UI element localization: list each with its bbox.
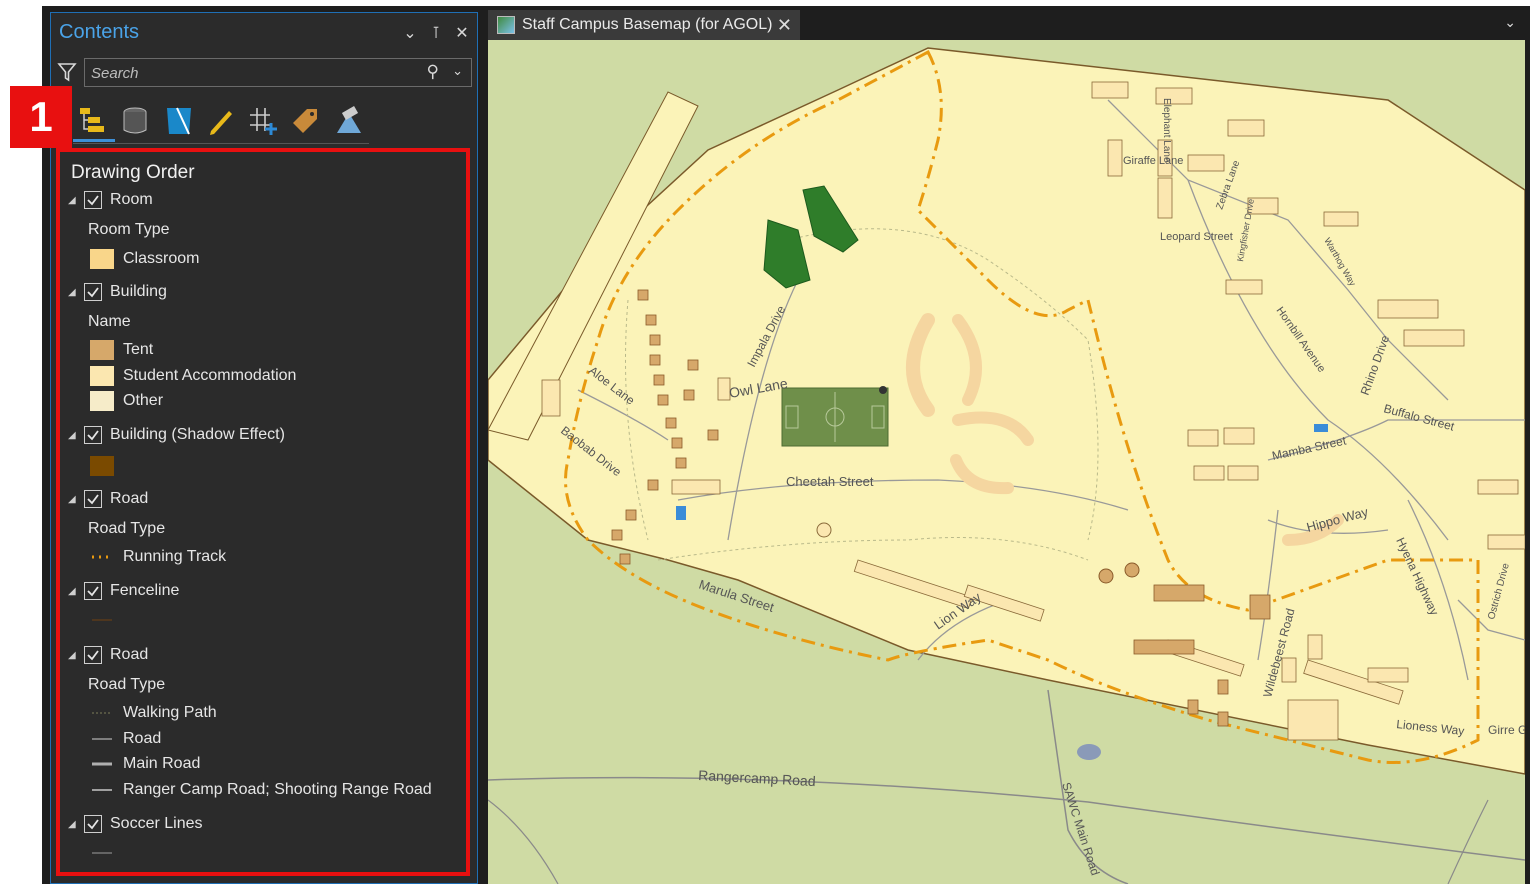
map-label: Giraffe Lane <box>1123 155 1183 167</box>
list-by-selection-icon[interactable] <box>163 105 195 137</box>
tent-swatch <box>90 340 114 360</box>
outside-road-line <box>1447 799 1489 884</box>
pane-controls: ⌄ ⊺ ✕ <box>403 23 469 43</box>
layer-row[interactable]: ◢ Building <box>62 280 167 304</box>
map-label: Elephant Lane <box>1161 98 1172 163</box>
shadow-swatch <box>90 456 114 476</box>
layer-name: Building <box>110 283 167 300</box>
rangercamp-road-line <box>488 776 1525 861</box>
search-options-dropdown-icon[interactable]: ⌄ <box>452 63 463 79</box>
legend-item-label: Ranger Camp Road; Shooting Range Road <box>123 781 432 798</box>
layer-row[interactable]: ◢ Soccer Lines <box>62 812 203 836</box>
legend-group-label: Road Type <box>88 520 166 537</box>
list-by-snapping-icon[interactable] <box>247 105 279 137</box>
search-field[interactable]: ⚲ ⌄ <box>84 58 472 87</box>
other-swatch <box>90 391 114 411</box>
layer-row[interactable]: ◢ Building (Shadow Effect) <box>62 423 285 447</box>
map-tab-title: Staff Campus Basemap (for AGOL) <box>522 16 773 33</box>
fenceline-line-symbol <box>92 619 112 621</box>
outside-road-line <box>488 799 559 884</box>
layer-row[interactable]: ◢ Road <box>62 487 148 511</box>
running-track-line-symbol <box>92 555 112 559</box>
layer-visibility-checkbox[interactable] <box>84 191 102 209</box>
layer-visibility-checkbox[interactable] <box>84 283 102 301</box>
map-view[interactable]: Giraffe Lane Elephant Lane Zebra Lane Le… <box>488 40 1525 884</box>
legend-group-label: Road Type <box>88 676 166 693</box>
active-tab-indicator <box>73 139 115 142</box>
layer-name: Road <box>110 490 149 507</box>
drawing-order-heading: Drawing Order <box>71 162 195 183</box>
list-by-drawing-order-icon[interactable] <box>77 105 109 137</box>
list-by-editing-icon[interactable] <box>205 105 237 137</box>
list-by-data-source-icon[interactable] <box>119 105 151 137</box>
toolbar-divider <box>73 143 369 144</box>
layer-visibility-checkbox[interactable] <box>84 815 102 833</box>
road-line-symbol <box>92 738 112 740</box>
chevron-down-icon[interactable]: ⌄ <box>1504 14 1516 31</box>
map-label: Leopard Street <box>1160 231 1233 243</box>
close-icon[interactable]: ✕ <box>777 15 792 36</box>
soccer-lines-line-symbol <box>92 852 112 854</box>
expand-triangle-icon[interactable]: ◢ <box>68 430 78 441</box>
callout-number-badge: 1 <box>10 86 72 148</box>
map-tab[interactable]: Staff Campus Basemap (for AGOL) ✕ <box>488 10 800 40</box>
search-input[interactable] <box>91 63 411 83</box>
layer-row[interactable]: ◢ Fenceline <box>62 579 179 603</box>
legend-item-label: Walking Path <box>123 704 217 721</box>
list-by-perspective-imagery-icon[interactable] <box>333 105 365 137</box>
filter-icon[interactable] <box>57 61 77 83</box>
walking-path-line-symbol <box>92 712 112 714</box>
expand-triangle-icon[interactable]: ◢ <box>68 494 78 505</box>
legend-item-label: Road <box>123 730 162 747</box>
search-icon[interactable]: ⚲ <box>427 62 439 82</box>
legend-group-label: Room Type <box>88 221 170 238</box>
legend-item-label: Classroom <box>123 250 200 267</box>
layer-row[interactable]: ◢ Room <box>62 188 153 212</box>
expand-triangle-icon[interactable]: ◢ <box>68 586 78 597</box>
map-label: Cheetah Street <box>786 474 874 489</box>
pane-title: Contents <box>59 21 140 43</box>
expand-triangle-icon[interactable]: ◢ <box>68 287 78 298</box>
drawing-order-tree: Drawing Order ◢ Room Room Type Classroom… <box>62 154 458 874</box>
legend-item-label: Other <box>123 392 164 409</box>
classroom-swatch <box>90 249 114 269</box>
layer-name: Soccer Lines <box>110 815 203 832</box>
layer-name: Building (Shadow Effect) <box>110 426 285 443</box>
expand-triangle-icon[interactable]: ◢ <box>68 819 78 830</box>
legend-item-label: Main Road <box>123 755 201 772</box>
student-accommodation-swatch <box>90 366 114 386</box>
map-label: SAWC Main Road <box>1059 781 1102 878</box>
legend-group-label: Name <box>88 313 131 330</box>
main-road-line-symbol <box>92 762 112 766</box>
expand-triangle-icon[interactable]: ◢ <box>68 195 78 206</box>
close-icon[interactable]: ✕ <box>455 23 469 43</box>
map-canvas[interactable]: Giraffe Lane Elephant Lane Zebra Lane Le… <box>488 40 1525 884</box>
layer-name: Room <box>110 191 153 208</box>
legend-item-label: Tent <box>123 341 154 358</box>
layer-name: Road <box>110 646 149 663</box>
legend-item-label: Student Accommodation <box>123 367 297 384</box>
map-icon <box>497 16 515 34</box>
contents-toolbar <box>73 99 369 145</box>
layer-row[interactable]: ◢ Road <box>62 643 148 667</box>
expand-triangle-icon[interactable]: ◢ <box>68 650 78 661</box>
chevron-down-icon[interactable]: ⌄ <box>403 23 417 43</box>
map-label: Girre Gro <box>1488 723 1525 737</box>
soccer-field <box>781 387 889 447</box>
ranger-camp-road-line-symbol <box>92 789 112 791</box>
map-label: Rangercamp Road <box>698 767 816 789</box>
pin-icon[interactable]: ⊺ <box>429 23 443 43</box>
list-by-labeling-icon[interactable] <box>289 105 321 137</box>
layer-name: Fenceline <box>110 582 180 599</box>
layer-visibility-checkbox[interactable] <box>84 646 102 664</box>
legend-item-label: Running Track <box>123 548 227 565</box>
layer-visibility-checkbox[interactable] <box>84 582 102 600</box>
layer-visibility-checkbox[interactable] <box>84 490 102 508</box>
layer-visibility-checkbox[interactable] <box>84 426 102 444</box>
